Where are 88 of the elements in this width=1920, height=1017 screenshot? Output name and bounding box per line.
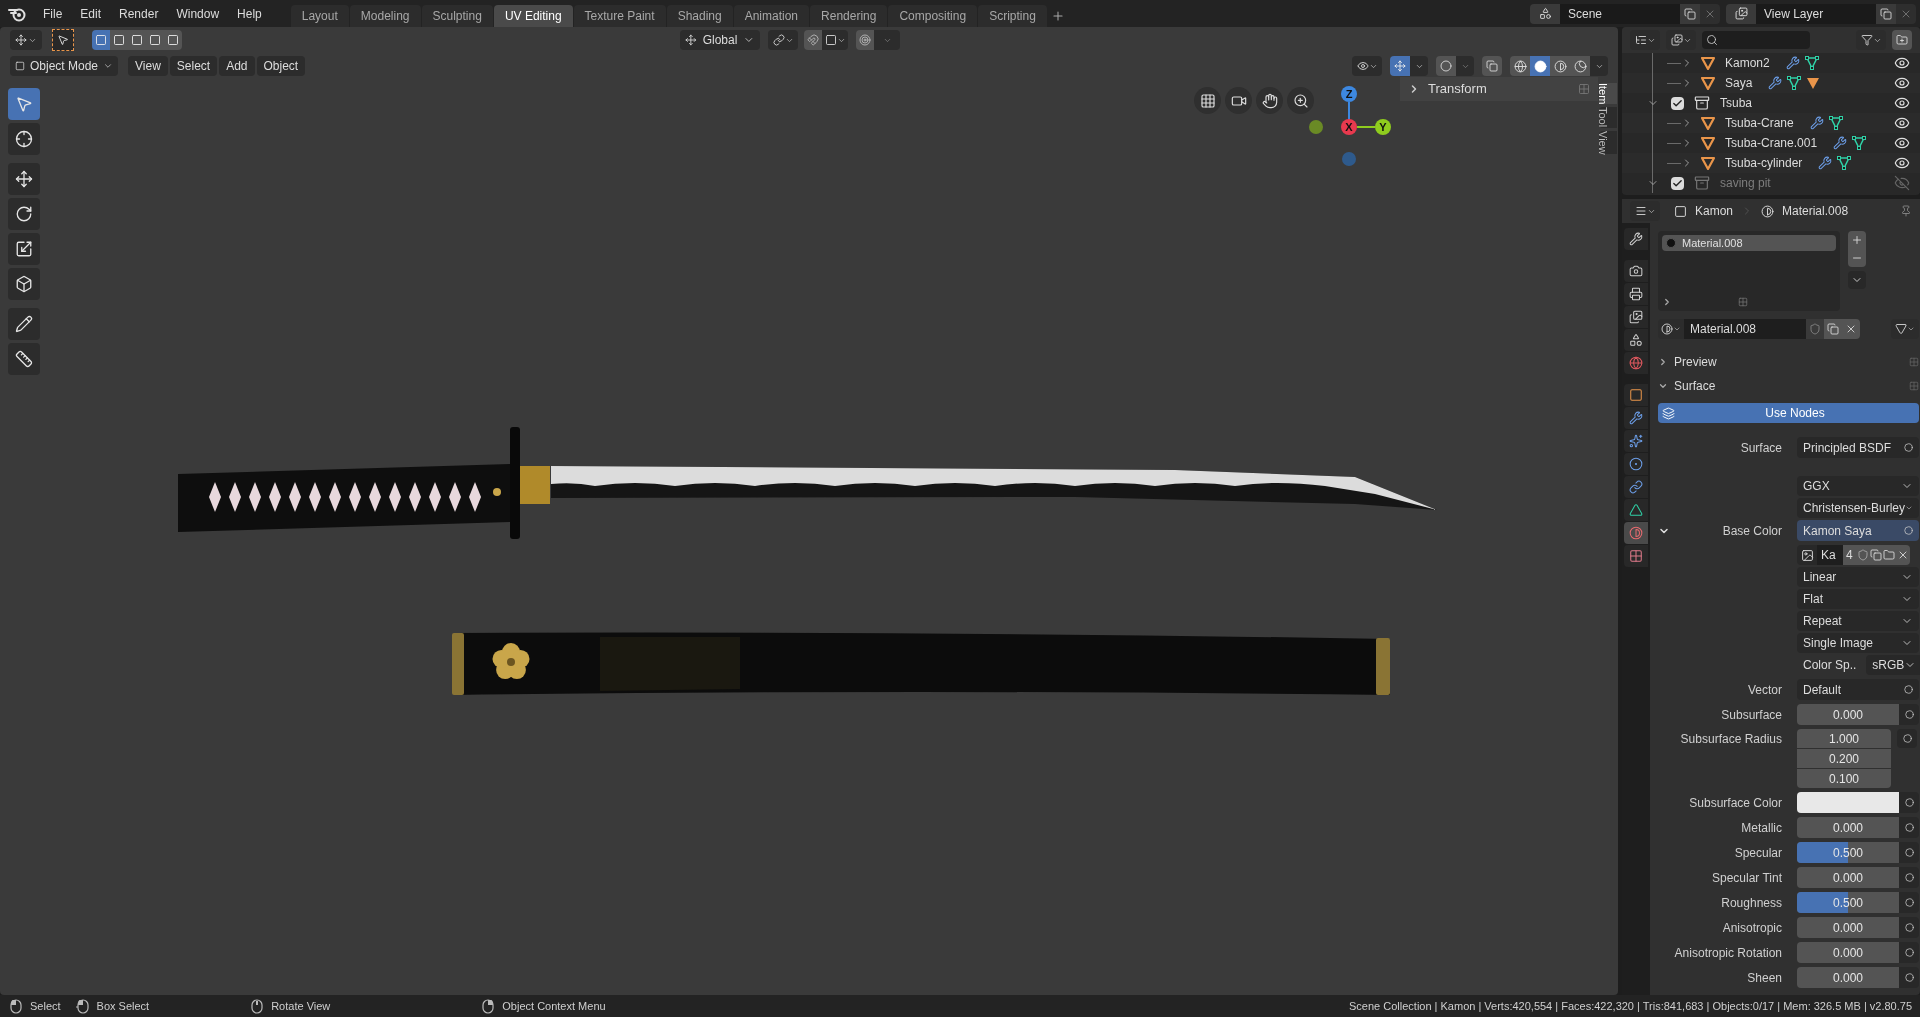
status-hint: Object Context Menu <box>502 998 606 1014</box>
property-label: Base Color <box>1722 522 1782 540</box>
workspace-tab[interactable]: Compositing <box>888 5 978 27</box>
mode-dropdown[interactable]: Object Mode <box>10 56 118 76</box>
number-field[interactable]: 1.000 <box>1797 729 1891 748</box>
panel-header[interactable]: Surface <box>1658 375 1919 397</box>
number-slider[interactable]: 0.000 <box>1797 917 1899 938</box>
image-name-field[interactable]: Ka <box>1817 545 1843 565</box>
menu-item[interactable]: Edit <box>71 2 111 25</box>
panel-title: Surface <box>1674 378 1716 395</box>
outliner-item-name: saving pit <box>1720 175 1771 192</box>
status-hint: Box Select <box>96 998 150 1014</box>
outliner-item-name: Saya <box>1725 75 1753 92</box>
user-count[interactable]: 4 <box>1843 545 1856 565</box>
dropdown[interactable]: Flat <box>1797 589 1919 609</box>
dropdown[interactable]: GGX <box>1797 476 1919 496</box>
scene-name-field[interactable]: Scene <box>1560 3 1680 24</box>
number-slider[interactable]: 0.000 <box>1797 817 1899 838</box>
dropdown[interactable]: Single Image <box>1797 633 1919 653</box>
property-label: Subsurface <box>1720 706 1782 724</box>
property-label: Specular <box>1733 844 1782 862</box>
number-field[interactable]: 0.200 <box>1797 749 1891 768</box>
number-slider[interactable]: 0.000 <box>1797 942 1899 963</box>
outliner-item-name: Tsuba-cylinder <box>1725 155 1803 172</box>
slot-name: Material.008 <box>1682 235 1743 251</box>
workspace-tab[interactable]: Sculpting <box>421 5 493 27</box>
panel-title: Preview <box>1674 354 1717 371</box>
panel-header[interactable]: Preview <box>1658 351 1919 373</box>
material-slot[interactable]: Material.008 <box>1662 235 1836 251</box>
number-slider[interactable]: 0.000 <box>1797 704 1899 725</box>
breadcrumb-material: Material.008 <box>1782 203 1849 220</box>
socket-link-field[interactable]: Default <box>1797 679 1919 700</box>
menu-item[interactable]: File <box>34 2 72 25</box>
dropdown[interactable]: Christensen-Burley <box>1797 498 1919 518</box>
property-label: Metallic <box>1740 819 1782 837</box>
breadcrumb-object: Kamon <box>1695 203 1734 220</box>
property-label: Vector <box>1747 681 1782 699</box>
material-name-field[interactable]: Material.008 <box>1684 319 1806 339</box>
dropdown[interactable]: Repeat <box>1797 611 1919 631</box>
sidebar-tab[interactable]: Tool <box>1599 107 1617 128</box>
property-label: Subsurface Color <box>1688 794 1782 812</box>
property-label: Surface <box>1740 439 1782 457</box>
property-label: Specular Tint <box>1710 869 1782 887</box>
panel-title: Transform <box>1428 80 1487 99</box>
menu-item[interactable]: Window <box>167 2 229 25</box>
workspace-tab[interactable]: Animation <box>733 5 810 27</box>
workspace-tab[interactable]: Rendering <box>810 5 888 27</box>
status-hint: Rotate View <box>271 998 331 1014</box>
number-slider[interactable]: 0.500 <box>1797 892 1899 913</box>
dropdown[interactable]: sRGB <box>1866 655 1920 675</box>
property-label: Anisotropic Rotation <box>1673 944 1782 962</box>
use-nodes-button[interactable]: Use Nodes <box>1658 403 1919 423</box>
property-label: Anisotropic <box>1721 919 1782 937</box>
outliner-item-name: Tsuba <box>1720 95 1753 112</box>
workspace-tab[interactable]: Scripting <box>978 5 1047 27</box>
property-label: Sheen <box>1746 969 1782 987</box>
transform-panel-header[interactable]: Transform <box>1400 77 1598 101</box>
number-slider[interactable]: 0.000 <box>1797 967 1899 988</box>
viewport-menu[interactable]: Object <box>256 56 306 76</box>
sidebar-tab[interactable]: Item <box>1599 83 1617 105</box>
view-layer-name-field[interactable]: View Layer <box>1756 3 1876 24</box>
workspace-tab[interactable]: Shading <box>666 5 733 27</box>
workspace-tab[interactable]: UV Editing <box>493 5 573 27</box>
property-label: Subsurface Radius <box>1680 730 1782 748</box>
workspace-tab[interactable]: Layout <box>290 5 349 27</box>
scene-statistics: Scene Collection | Kamon | Verts:420,554 | Faces:422,320 | Tris:841,683 | Objects:0/17 | Mem: 326.5 MB | v2.80.75 <box>1349 998 1912 1014</box>
viewport-menu[interactable]: View <box>128 56 168 76</box>
workspace-tab[interactable]: Texture Paint <box>573 5 666 27</box>
status-hint: Select <box>30 998 61 1014</box>
viewport-menu[interactable]: Select <box>169 56 218 76</box>
viewport-menu[interactable]: Add <box>219 56 255 76</box>
transform-orientation-dropdown[interactable]: Global <box>680 30 760 50</box>
workspace-tab[interactable]: Modeling <box>349 5 421 27</box>
sidebar-tab[interactable]: View <box>1599 130 1617 155</box>
property-label: Roughness <box>1720 894 1782 912</box>
outliner-item-name: Tsuba-Crane <box>1725 115 1794 132</box>
menu-item[interactable]: Render <box>110 2 168 25</box>
socket-link-field[interactable]: Principled BSDF <box>1797 437 1919 458</box>
number-slider[interactable]: 0.500 <box>1797 842 1899 863</box>
property-label: Color Sp.. <box>1802 657 1858 674</box>
socket-link-field[interactable]: Kamon Saya <box>1797 520 1919 541</box>
3d-viewport[interactable]: Global Object Mode View Select Add Object Item Tool View Z X Y Transform <box>0 27 1618 995</box>
number-field[interactable]: 0.100 <box>1797 769 1891 788</box>
menu-item[interactable]: Help <box>228 2 271 25</box>
number-slider[interactable]: 0.000 <box>1797 867 1899 888</box>
dropdown[interactable]: Linear <box>1797 567 1919 587</box>
outliner-item-name: Tsuba-Crane.001 <box>1725 135 1818 152</box>
outliner-item-name: Kamon2 <box>1725 55 1770 72</box>
